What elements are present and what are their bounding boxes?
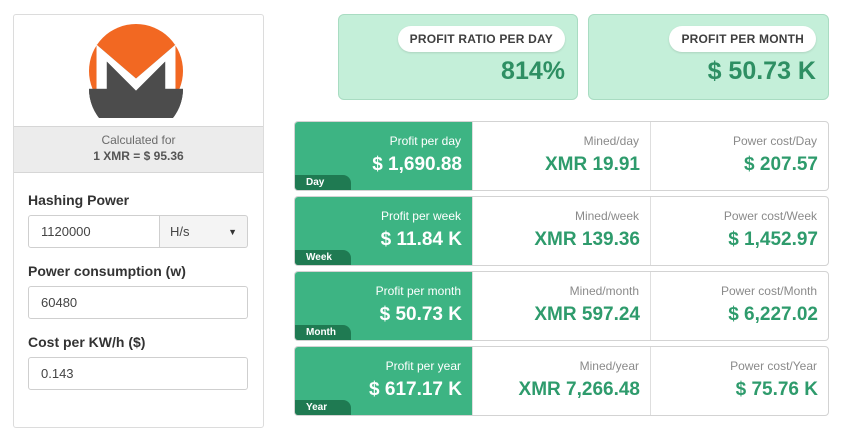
mined-cell: Mined/week XMR 139.36 (472, 197, 650, 265)
hashing-power-label: Hashing Power (28, 192, 130, 208)
price-info: Calculated for 1 XMR = $ 95.36 (14, 126, 263, 173)
mined-value: XMR 139.36 (534, 229, 640, 250)
cost-per-kwh-input[interactable]: 0.143 (28, 357, 248, 390)
period-tag: Day (295, 175, 351, 190)
profit-value: $ 1,690.88 (372, 154, 462, 175)
mined-label: Mined/week (574, 209, 639, 223)
mined-value: XMR 597.24 (534, 304, 640, 325)
calculator-form: Hashing Power 1120000 H/s ▼ Power consum… (14, 192, 263, 390)
calculator-panel: Calculated for 1 XMR = $ 95.36 Hashing P… (13, 14, 264, 428)
period-row-week: Profit per week $ 11.84 K Week Mined/wee… (294, 196, 829, 266)
mined-cell: Mined/year XMR 7,266.48 (472, 347, 650, 415)
profit-month-value: $ 50.73 K (707, 57, 816, 85)
profit-label: Profit per year (385, 359, 461, 373)
profit-ratio-value: 814% (501, 57, 565, 85)
period-tag: Month (295, 325, 351, 340)
mined-label: Mined/day (583, 134, 639, 148)
profit-ratio-label: PROFIT RATIO PER DAY (397, 26, 565, 52)
profit-month-label: PROFIT PER MONTH (669, 26, 816, 52)
power-cost-label: Power cost/Week (723, 209, 817, 223)
profit-label: Profit per day (389, 134, 461, 148)
period-tag: Week (295, 250, 351, 265)
power-cost-cell: Power cost/Year $ 75.76 K (650, 347, 828, 415)
profit-value: $ 617.17 K (369, 379, 462, 400)
profit-label: Profit per week (380, 209, 461, 223)
period-row-day: Profit per day $ 1,690.88 Day Mined/day … (294, 121, 829, 191)
hashing-unit-select[interactable]: H/s ▼ (160, 215, 248, 248)
power-cost-cell: Power cost/Month $ 6,227.02 (650, 272, 828, 340)
profit-cell: Profit per week $ 11.84 K Week (295, 197, 472, 265)
power-consumption-label: Power consumption (w) (28, 263, 186, 279)
profit-value: $ 50.73 K (379, 304, 462, 325)
mined-cell: Mined/month XMR 597.24 (472, 272, 650, 340)
profit-label: Profit per month (375, 284, 461, 298)
profit-month-card: PROFIT PER MONTH $ 50.73 K (588, 14, 829, 100)
profit-cell: Profit per day $ 1,690.88 Day (295, 122, 472, 190)
period-row-month: Profit per month $ 50.73 K Month Mined/m… (294, 271, 829, 341)
mined-value: XMR 7,266.48 (518, 379, 640, 400)
power-cost-cell: Power cost/Week $ 1,452.97 (650, 197, 828, 265)
cost-per-kwh-label: Cost per KW/h ($) (28, 334, 146, 350)
logo-area (14, 15, 263, 126)
power-cost-cell: Power cost/Day $ 207.57 (650, 122, 828, 190)
profit-cell: Profit per year $ 617.17 K Year (295, 347, 472, 415)
power-cost-label: Power cost/Month (720, 284, 817, 298)
period-tag: Year (295, 400, 351, 415)
profit-value: $ 11.84 K (380, 229, 462, 250)
hashing-power-input[interactable]: 1120000 (28, 215, 160, 248)
power-cost-label: Power cost/Day (732, 134, 817, 148)
power-cost-label: Power cost/Year (730, 359, 817, 373)
xmr-price: 1 XMR = $ 95.36 (93, 149, 184, 163)
mined-label: Mined/year (579, 359, 639, 373)
mined-label: Mined/month (569, 284, 639, 298)
power-cost-value: $ 1,452.97 (728, 229, 818, 250)
mined-cell: Mined/day XMR 19.91 (472, 122, 650, 190)
chevron-down-icon: ▼ (228, 226, 237, 237)
profit-ratio-card: PROFIT RATIO PER DAY 814% (338, 14, 578, 100)
profit-cell: Profit per month $ 50.73 K Month (295, 272, 472, 340)
power-cost-value: $ 75.76 K (735, 379, 818, 400)
mined-value: XMR 19.91 (544, 154, 640, 175)
monero-logo-icon (89, 24, 183, 118)
power-cost-value: $ 207.57 (744, 154, 818, 175)
hashing-unit-value: H/s (170, 224, 190, 239)
power-consumption-input[interactable]: 60480 (28, 286, 248, 319)
calculated-for-label: Calculated for (101, 133, 176, 147)
hashing-power-row: 1120000 H/s ▼ (28, 215, 249, 248)
power-cost-value: $ 6,227.02 (728, 304, 818, 325)
period-row-year: Profit per year $ 617.17 K Year Mined/ye… (294, 346, 829, 416)
